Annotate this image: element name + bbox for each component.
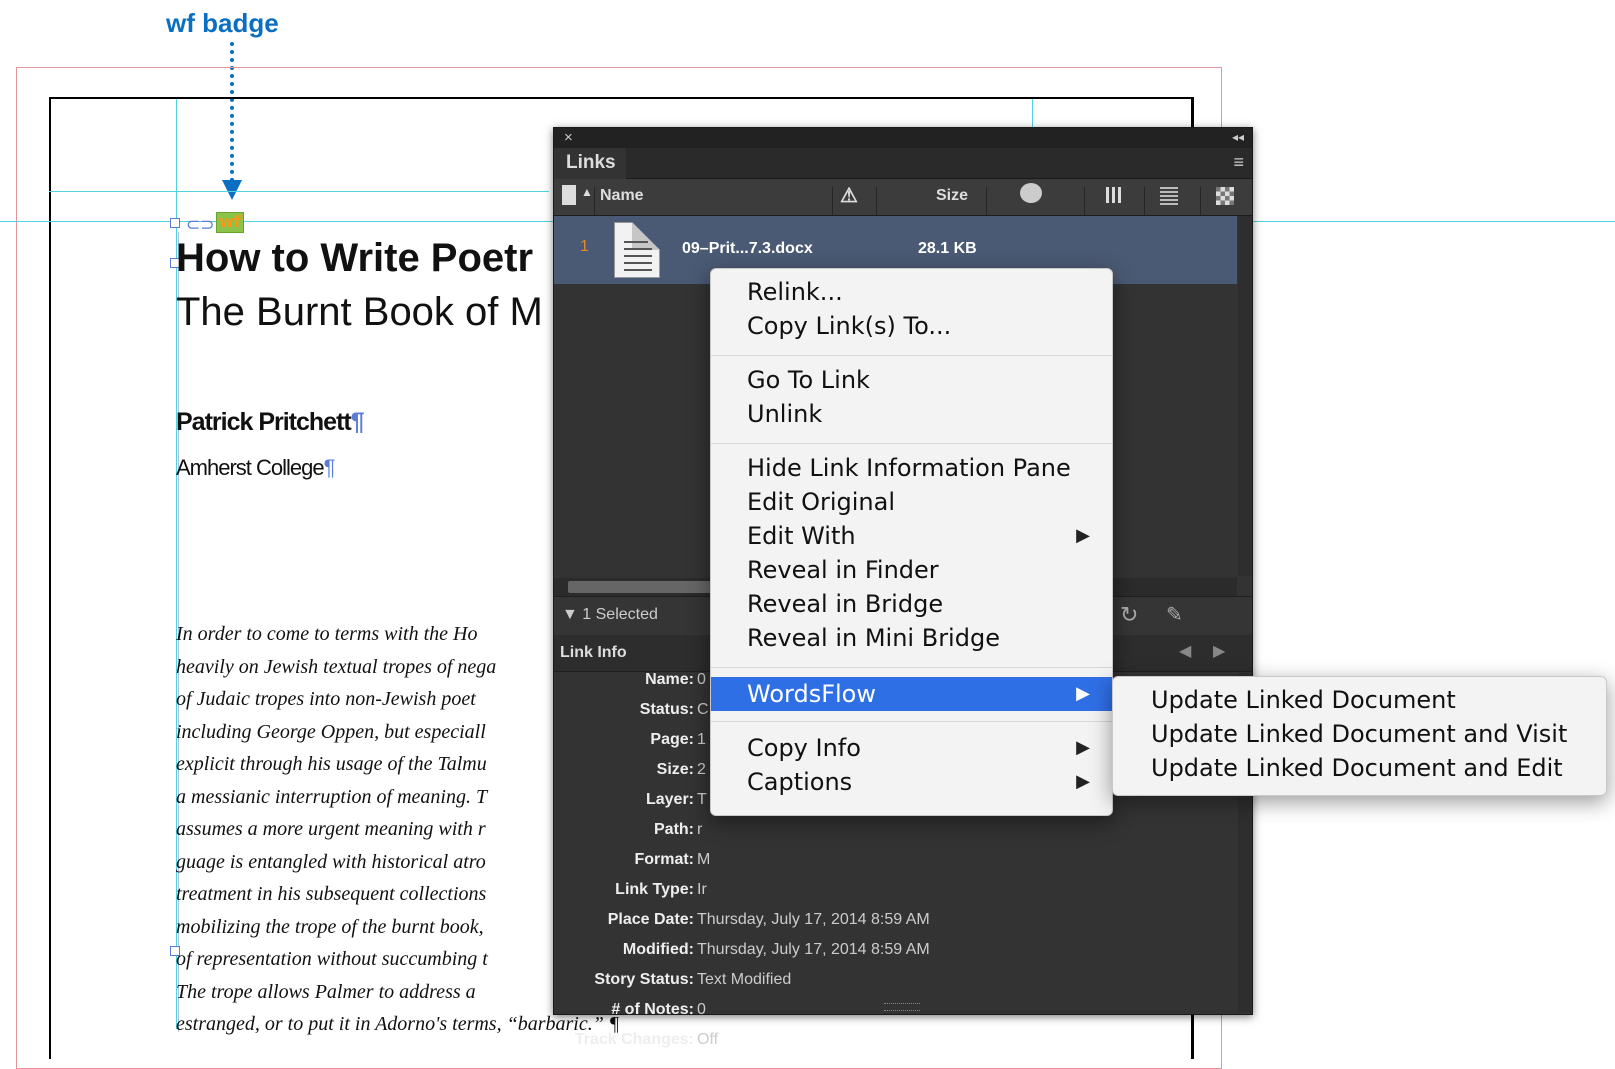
menu-item-update-and-edit[interactable]: Update Linked Document and Edit: [1151, 751, 1563, 785]
menu-item-update-linked-document[interactable]: Update Linked Document: [1151, 683, 1456, 717]
menu-item-edit-original[interactable]: Edit Original: [711, 485, 1112, 519]
close-icon[interactable]: ×: [564, 129, 573, 146]
page-sort-icon[interactable]: [562, 185, 576, 205]
menu-item-copy-info[interactable]: Copy Info ▶: [711, 731, 1112, 765]
menu-item-edit-with[interactable]: Edit With ▶: [711, 519, 1112, 553]
collapse-icon[interactable]: ◂◂: [1232, 130, 1244, 144]
menu-item-go-to-link[interactable]: Go To Link: [711, 363, 1112, 397]
column-size-header[interactable]: Size: [936, 187, 968, 205]
annotation-label: wf badge: [166, 8, 279, 38]
menu-item-reveal-in-finder[interactable]: Reveal in Finder: [711, 553, 1112, 587]
edit-original-icon[interactable]: ✎: [1166, 602, 1183, 627]
chain-link-icon: ⊂⊃: [186, 215, 215, 235]
warning-icon[interactable]: ⚠: [840, 183, 858, 208]
link-info-label: Link Info: [560, 644, 627, 661]
menu-separator: [711, 667, 1112, 668]
submenu-arrow-icon: ▶: [1076, 771, 1090, 792]
ppi-icon[interactable]: [1106, 187, 1122, 203]
menu-item-hide-link-info[interactable]: Hide Link Information Pane: [711, 451, 1112, 485]
row-page-number[interactable]: 1: [580, 238, 589, 256]
institution-name: Amherst College: [176, 455, 325, 480]
resize-grip-icon[interactable]: [884, 1003, 920, 1011]
row-file-name: 09–Prit...7.3.docx: [682, 240, 813, 257]
selected-count[interactable]: ▼ 1 Selected: [562, 606, 658, 624]
context-menu: Relink... Copy Link(s) To... Go To Link …: [710, 268, 1113, 816]
menu-item-reveal-in-bridge[interactable]: Reveal in Bridge: [711, 587, 1112, 621]
column-divider: [832, 187, 833, 215]
tab-links[interactable]: Links: [554, 148, 626, 179]
pilcrow-icon: ¶: [323, 455, 336, 480]
menu-item-copy-links-to[interactable]: Copy Link(s) To...: [711, 309, 1112, 343]
menu-separator: [711, 355, 1112, 356]
submenu-arrow-icon: ▶: [1076, 525, 1090, 546]
selected-label: 1 Selected: [582, 606, 658, 623]
submenu-arrow-icon: ▶: [1076, 683, 1090, 704]
column-guide: [1032, 99, 1033, 129]
menu-item-reveal-in-mini-bridge[interactable]: Reveal in Mini Bridge: [711, 621, 1112, 655]
menu-item-wordsflow[interactable]: WordsFlow ▶: [711, 677, 1112, 711]
previous-link-icon[interactable]: ◀: [1179, 641, 1191, 661]
next-link-icon[interactable]: ▶: [1213, 641, 1225, 661]
update-link-icon[interactable]: ↻: [1120, 602, 1138, 628]
panel-tab-bar: Links ≡: [554, 148, 1252, 179]
list-scrollbar[interactable]: [1238, 216, 1252, 576]
document-file-icon: [614, 222, 660, 278]
column-divider: [1144, 187, 1145, 215]
document-title: How to Write Poetr: [176, 236, 534, 280]
effective-ppi-icon[interactable]: [1160, 187, 1178, 205]
column-name-header[interactable]: Name: [600, 187, 644, 205]
panel-title-bar[interactable]: × ◂◂: [554, 128, 1252, 148]
frame-handle[interactable]: [170, 218, 180, 228]
transparency-icon[interactable]: [1216, 187, 1234, 205]
column-divider: [876, 187, 877, 215]
submenu-arrow-icon: ▶: [1076, 737, 1090, 758]
column-divider: [986, 187, 987, 215]
menu-separator: [711, 721, 1112, 722]
menu-item-update-and-visit[interactable]: Update Linked Document and Visit: [1151, 717, 1567, 751]
menu-item-relink[interactable]: Relink...: [711, 275, 1112, 309]
wordsflow-submenu: Update Linked Document Update Linked Doc…: [1112, 676, 1607, 796]
row-file-size: 28.1 KB: [918, 240, 977, 257]
menu-item-captions[interactable]: Captions ▶: [711, 765, 1112, 799]
pilcrow-icon: ¶: [350, 408, 365, 436]
document-subtitle: The Burnt Book of M: [176, 290, 543, 334]
author-name: Patrick Pritchett: [176, 408, 352, 436]
column-divider: [594, 187, 595, 215]
document-author: Patrick Pritchett¶: [176, 408, 365, 437]
wf-badge-icon[interactable]: wf: [216, 212, 244, 233]
document-institution: Amherst College¶: [176, 455, 336, 481]
sort-ascending-icon[interactable]: ▲: [581, 185, 593, 199]
column-divider: [1200, 187, 1201, 215]
column-divider: [1084, 187, 1085, 215]
color-space-icon[interactable]: [1020, 183, 1042, 203]
menu-item-unlink[interactable]: Unlink: [711, 397, 1112, 431]
panel-menu-icon[interactable]: ≡: [1233, 152, 1244, 173]
column-header: ▲ Name ⚠ Size: [554, 179, 1252, 216]
menu-separator: [711, 443, 1112, 444]
ruler-guide[interactable]: [49, 191, 549, 192]
